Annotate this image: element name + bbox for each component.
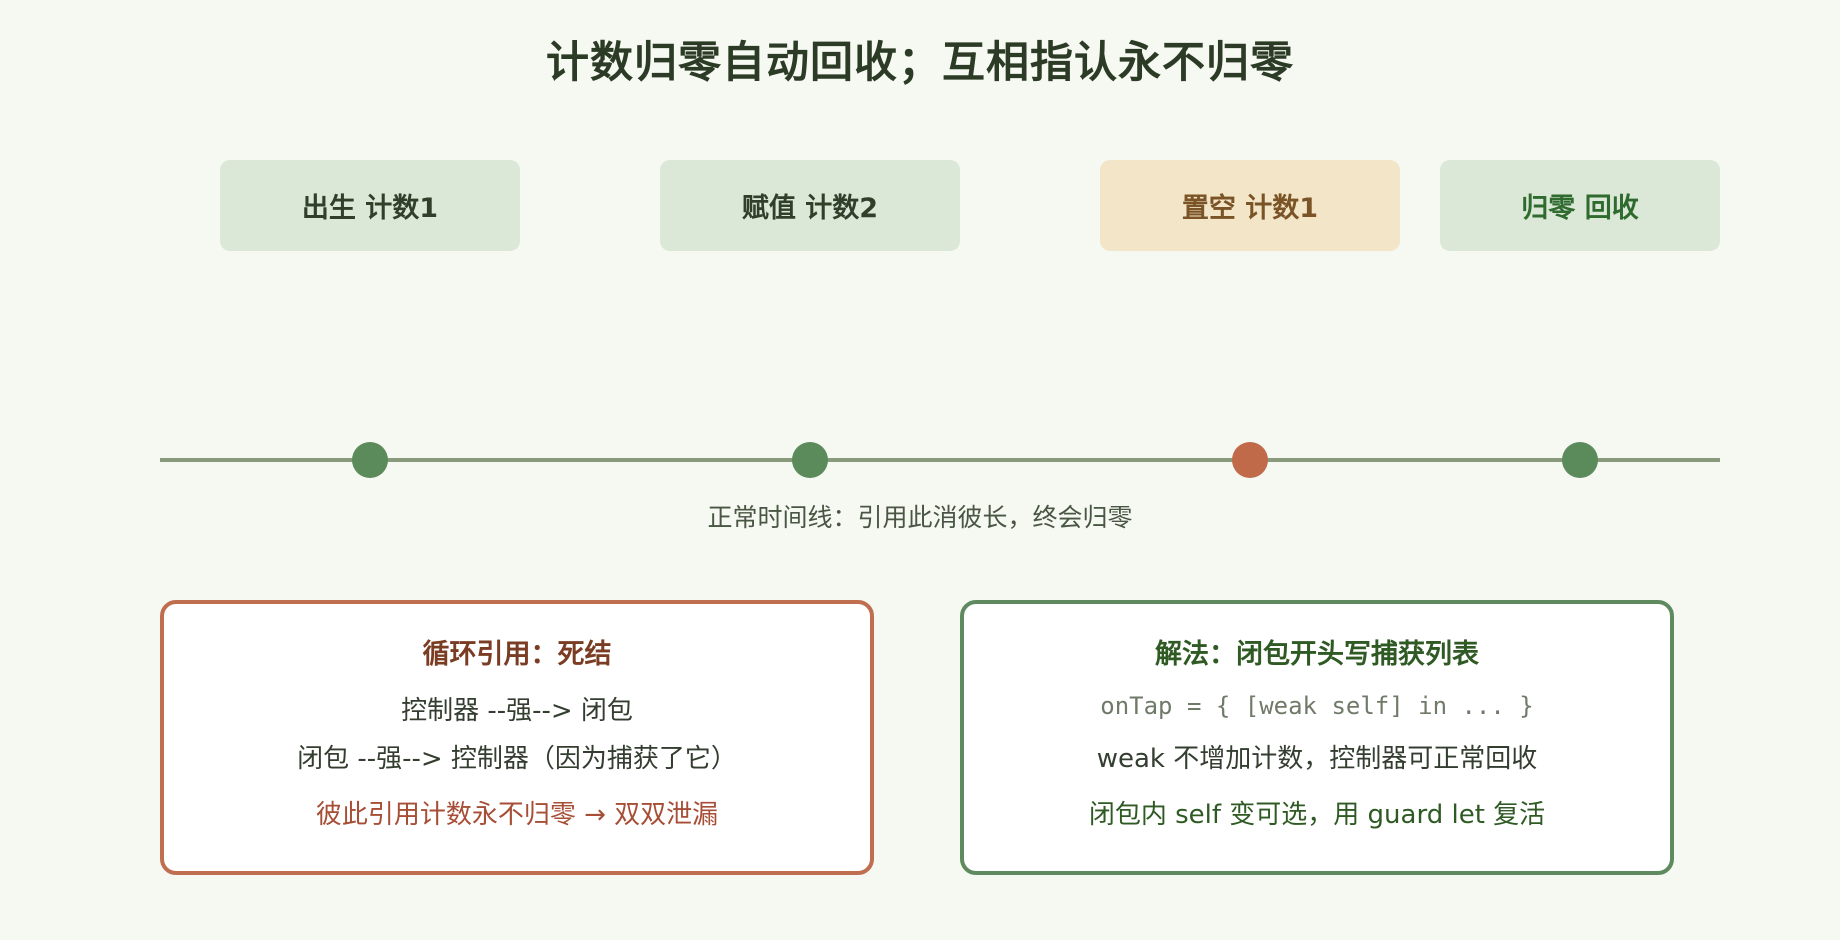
stage-birth-label: 出生 计数1 [301, 193, 439, 224]
timeline-dot-birth [352, 442, 388, 478]
retain-cycle-line-3: 彼此引用计数永不归零 → 双双泄漏 [315, 800, 719, 830]
retain-cycle-title: 循环引用：死结 [422, 639, 612, 670]
solution-line-3: 闭包内 self 变可选，用 guard let 复活 [1088, 800, 1546, 830]
timeline-line [160, 458, 1720, 462]
timeline-dot-reclaim [1562, 442, 1598, 478]
stage-assign-label: 赋值 计数2 [741, 193, 879, 224]
stage-reclaim: 归零 回收 [1440, 160, 1720, 251]
solution-title: 解法：闭包开头写捕获列表 [1155, 639, 1479, 670]
retain-cycle-line-1: 控制器 --强--> 闭包 [401, 696, 633, 726]
stage-reclaim-label: 归零 回收 [1521, 193, 1639, 224]
solution-code: onTap = { [weak self] in ... } [1100, 692, 1534, 720]
solution-card: 解法：闭包开头写捕获列表 onTap = { [weak self] in ..… [960, 600, 1674, 875]
retain-cycle-card: 循环引用：死结 控制器 --强--> 闭包 闭包 --强--> 控制器（因为捕获… [160, 600, 874, 875]
diagram-title: 计数归零自动回收；互相指认永不归零 [546, 38, 1294, 88]
stage-birth: 出生 计数1 [220, 160, 520, 251]
stage-nil-label: 置空 计数1 [1181, 193, 1319, 224]
stage-assign: 赋值 计数2 [660, 160, 960, 251]
solution-line-2: weak 不增加计数，控制器可正常回收 [1096, 744, 1538, 774]
timeline-caption: 正常时间线：引用此消彼长，终会归零 [707, 503, 1133, 532]
stage-nil: 置空 计数1 [1100, 160, 1400, 251]
timeline-dot-assign [792, 442, 828, 478]
timeline-dot-nil [1232, 442, 1268, 478]
retain-cycle-line-2: 闭包 --强--> 控制器（因为捕获了它） [297, 744, 737, 774]
